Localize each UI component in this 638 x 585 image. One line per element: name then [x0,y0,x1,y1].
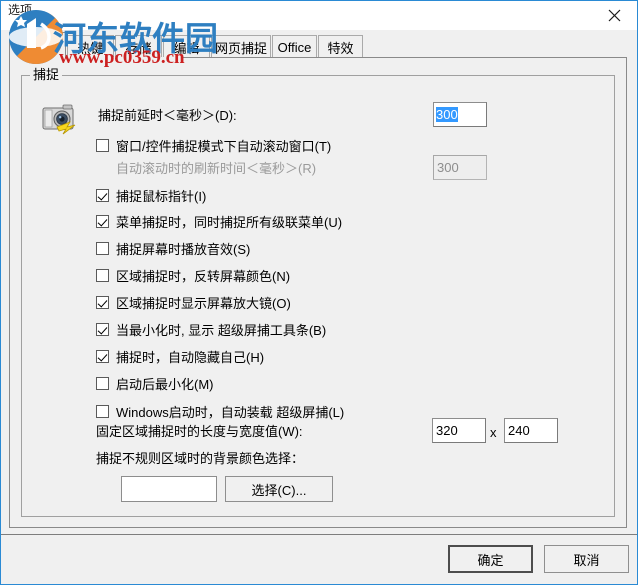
ok-button[interactable]: 确定 [448,545,533,573]
checkbox-box [96,404,109,418]
capture-group-legend: 捕捉 [30,67,63,83]
cancel-button[interactable]: 取消 [544,545,629,573]
fixed-height-value: 240 [508,423,530,438]
checkbox-capture-cursor[interactable]: 捕捉鼠标指针(I) [96,186,206,204]
checkbox-label: 区域捕捉时显示屏幕放大镜(O) [116,295,291,311]
tab-storage[interactable]: 存储 [115,35,162,58]
refresh-input-value: 300 [437,160,459,175]
checkbox-box [96,322,109,336]
checkbox-cascade-menus[interactable]: 菜单捕捉时，同时捕捉所有级联菜单(U) [96,212,342,230]
camera-icon [39,100,83,138]
checkbox-show-toolbar-on-minimize[interactable]: 当最小化时, 显示 超级屏捕工具条(B) [96,320,326,338]
fixed-width-input[interactable]: 320 [432,418,486,443]
checkbox-label: 区域捕捉时，反转屏幕颜色(N) [116,268,291,284]
footer-separator [1,534,637,535]
title-bar: 选项 [1,0,637,30]
size-separator: x [490,425,497,440]
checkbox-minimize-on-start[interactable]: 启动后最小化(M) [96,374,214,392]
fixed-size-label: 固定区域捕捉时的长度与宽度值(W): [96,424,303,439]
checkbox-box [96,241,109,255]
refresh-input[interactable]: 300 [433,155,487,180]
tab-effects[interactable]: 特效 [318,35,363,58]
delay-input[interactable]: 300 [433,102,487,127]
checkbox-box [96,214,109,228]
checkbox-box [96,138,109,152]
checkbox-label: 捕捉屏幕时播放音效(S) [116,241,251,257]
checkbox-autoscroll[interactable]: 窗口/控件捕捉模式下自动滚动窗口(T) [96,136,331,154]
choose-color-button[interactable]: 选择(C)... [225,476,333,502]
checkbox-magnifier[interactable]: 区域捕捉时显示屏幕放大镜(O) [96,293,291,311]
options-dialog: 选项 捕捉 热键 存储 编辑 网页捕捉 Office 特效 捕捉 捕捉前延时＜毫… [0,0,638,585]
checkbox-play-sound[interactable]: 捕捉屏幕时播放音效(S) [96,239,250,257]
checkbox-label: 启动后最小化(M) [116,376,214,392]
tab-hotkey[interactable]: 热键 [67,35,114,58]
checkbox-label: 捕捉鼠标指针(I) [116,188,207,204]
tab-capture[interactable]: 捕捉 [9,32,66,58]
fixed-height-input[interactable]: 240 [504,418,558,443]
close-button[interactable] [591,1,637,30]
checkbox-box [96,376,109,390]
checkbox-label: 当最小化时, 显示 超级屏捕工具条(B) [116,322,327,338]
checkbox-invert-colors[interactable]: 区域捕捉时，反转屏幕颜色(N) [96,266,290,284]
checkbox-autostart-windows[interactable]: Windows启动时，自动装载 超级屏捕(L) [96,402,344,420]
checkbox-label: 捕捉时，自动隐藏自己(H) [116,349,265,365]
bgcolor-label: 捕捉不规则区域时的背景颜色选择： [96,451,305,466]
close-icon [608,9,621,22]
checkbox-autohide-self[interactable]: 捕捉时，自动隐藏自己(H) [96,347,264,365]
checkbox-box [96,349,109,363]
checkbox-label: 菜单捕捉时，同时捕捉所有级联菜单(U) [116,214,343,230]
bgcolor-swatch[interactable] [121,476,217,502]
checkbox-box [96,188,109,202]
delay-label: 捕捉前延时＜毫秒＞(D): [98,108,237,123]
tab-web-capture[interactable]: 网页捕捉 [211,35,271,58]
window-title: 选项 [8,3,33,17]
tab-edit[interactable]: 编辑 [163,35,210,58]
checkbox-box [96,268,109,282]
refresh-label: 自动滚动时的刷新时间＜毫秒＞(R) [116,161,317,176]
fixed-width-value: 320 [436,423,458,438]
tab-office[interactable]: Office [272,35,317,58]
tab-strip: 捕捉 热键 存储 编辑 网页捕捉 Office 特效 [9,31,629,58]
checkbox-box [96,295,109,309]
checkbox-label: Windows启动时，自动装载 超级屏捕(L) [116,404,345,420]
delay-input-value: 300 [436,107,458,122]
checkbox-label: 窗口/控件捕捉模式下自动滚动窗口(T) [116,138,332,154]
